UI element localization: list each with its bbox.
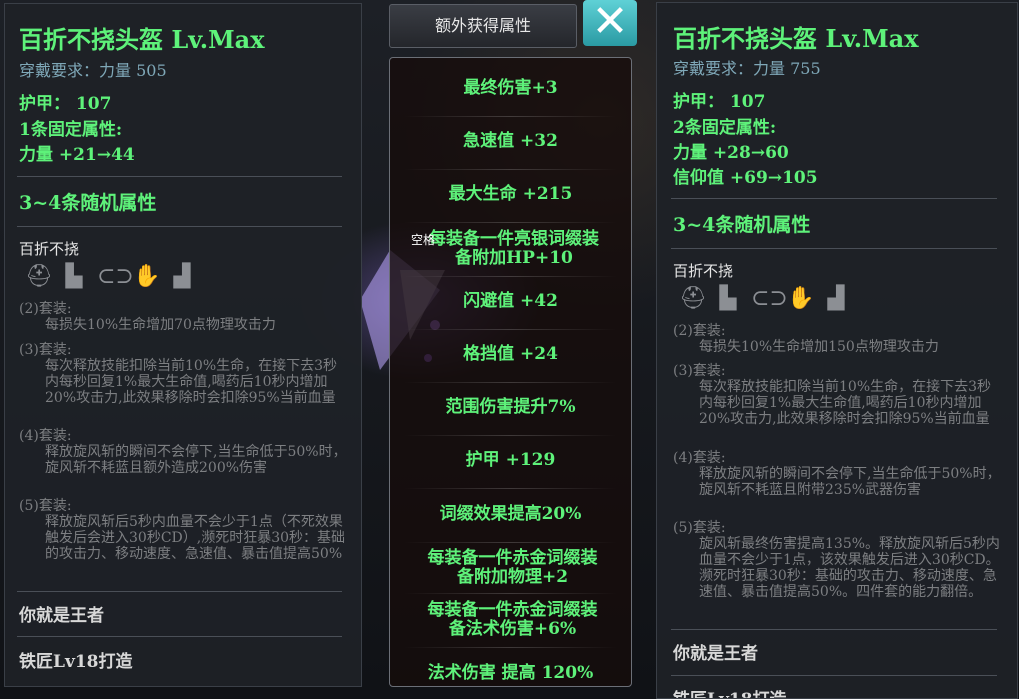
- bonus-attr: 每装备一件赤金词缀装备附加物理+2: [427, 548, 598, 587]
- belt-icon: ⊂⊃: [97, 264, 134, 289]
- divider: [671, 198, 997, 199]
- random-attr-header: 3~4条随机属性: [19, 192, 157, 214]
- bonus-attr: 格挡值 +24: [463, 344, 558, 364]
- divider: [404, 435, 617, 436]
- set-name: 百折不挠: [673, 262, 734, 280]
- divider: [404, 593, 617, 594]
- chest-armor-icon: ▙: [65, 264, 83, 289]
- bonus-attr: 护甲 +129: [465, 450, 556, 470]
- helmet-icon: ⛑: [679, 286, 707, 311]
- set-bonus: (2)套装: 每损失10%生命增加70点物理攻击力: [19, 301, 276, 333]
- set-bonus: (2)套装: 每损失10%生命增加150点物理攻击力: [673, 323, 939, 355]
- divider: [17, 636, 342, 637]
- set-bonus: (5)套装: 释放旋风斩后5秒内血量不会少于1点（不死效果触发后会进入30秒CD…: [19, 498, 346, 562]
- gauntlet-icon: ✋: [133, 264, 161, 289]
- bonus-attr: 每装备一件赤金词缀装备法术伤害+6%: [427, 600, 598, 639]
- fixed-attr: 力量 +28→60: [673, 143, 789, 163]
- divider: [404, 222, 617, 223]
- divider: [404, 276, 617, 277]
- item-title: 百折不挠头盔 Lv.Max: [19, 25, 265, 54]
- helmet-icon: ⛑: [25, 264, 53, 289]
- set-bonus: (3)套装: 每次释放技能扣除当前10%生命，在接下去3秒内每秒回复1%最大生命…: [19, 342, 338, 406]
- divider: [671, 248, 997, 249]
- set-icons: ⛑ ▙ ⊂⊃ ✋ ▟: [679, 286, 849, 312]
- bonus-attribute-list[interactable]: 最终伤害+3 急速值 +32 最大生命 +215 每装备一件亮银词缀装备附加HP…: [389, 57, 632, 687]
- boots-icon: ▟: [827, 286, 845, 311]
- set-bonus: (4)套装: 释放旋风斩的瞬间不会停下,当生命低于50%时，旋风斩不耗蓝且附带2…: [673, 450, 1001, 498]
- close-icon: ✕: [591, 0, 629, 47]
- divider: [404, 116, 617, 117]
- close-button[interactable]: ✕: [583, 0, 637, 46]
- flavor-text: 你就是王者: [19, 606, 104, 626]
- bonus-attr: 法术伤害 提高 120%: [427, 663, 594, 683]
- bonus-attr: 急速值 +32: [463, 131, 558, 151]
- item-armor: 护甲： 107: [673, 92, 766, 112]
- divider: [17, 226, 342, 227]
- bonus-attr: 每装备一件亮银词缀装备附加HP+10: [429, 229, 599, 268]
- set-bonus: (4)套装: 释放旋风斩的瞬间不会停下,当生命低于50%时，旋风斩不耗蓝且额外造…: [19, 428, 347, 476]
- item-armor: 护甲： 107: [19, 94, 112, 114]
- bonus-header-button[interactable]: 额外获得属性: [389, 4, 577, 48]
- right-item-tooltip: 百折不挠头盔 Lv.Max 穿戴要求：力量 755 护甲： 107 2条固定属性…: [656, 2, 1018, 699]
- item-requirement: 穿戴要求：力量 755: [673, 59, 821, 78]
- divider: [17, 176, 342, 177]
- divider: [404, 488, 617, 489]
- fixed-attr: 力量 +21→44: [19, 145, 135, 165]
- bonus-attr: 词缀效果提高20%: [439, 504, 582, 524]
- divider: [17, 591, 342, 592]
- set-bonus: (3)套装: 每次释放技能扣除当前10%生命，在接下去3秒内每秒回复1%最大生命…: [673, 363, 992, 427]
- belt-icon: ⊂⊃: [751, 286, 788, 311]
- bonus-attr: 闪避值 +42: [463, 291, 558, 311]
- random-attr-header: 3~4条随机属性: [673, 214, 811, 236]
- set-name: 百折不挠: [19, 240, 80, 258]
- bonus-attr: 范围伤害提升7%: [445, 397, 576, 417]
- divider: [404, 647, 617, 648]
- chest-armor-icon: ▙: [719, 286, 737, 311]
- bonus-attr: 最大生命 +215: [448, 184, 573, 204]
- boots-icon: ▟: [173, 264, 191, 289]
- bonus-attr: 最终伤害+3: [463, 78, 558, 98]
- space-key-hint: 空格: [411, 233, 436, 247]
- item-title: 百折不挠头盔 Lv.Max: [673, 24, 919, 53]
- divider: [404, 169, 617, 170]
- fixed-attr: 信仰值 +69→105: [673, 168, 818, 188]
- divider: [671, 675, 997, 676]
- divider: [404, 542, 617, 543]
- divider: [404, 382, 617, 383]
- fixed-attr-header: 1条固定属性:: [19, 120, 123, 140]
- divider: [671, 629, 997, 630]
- set-icons: ⛑ ▙ ⊂⊃ ✋ ▟: [25, 264, 195, 290]
- divider: [404, 329, 617, 330]
- flavor-text: 你就是王者: [673, 644, 758, 664]
- fixed-attr-header: 2条固定属性:: [673, 118, 777, 138]
- gauntlet-icon: ✋: [787, 286, 815, 311]
- left-item-tooltip: 百折不挠头盔 Lv.Max 穿戴要求：力量 505 护甲： 107 1条固定属性…: [4, 3, 362, 687]
- crafter-text: 铁匠Lv18打造: [673, 685, 787, 698]
- item-requirement: 穿戴要求：力量 505: [19, 61, 167, 80]
- crafter-text: 铁匠Lv18打造: [19, 652, 133, 672]
- set-bonus: (5)套装: 旋风斩最终伤害提高135%。释放旋风斩后5秒内血量不会少于1点，该…: [673, 520, 1000, 600]
